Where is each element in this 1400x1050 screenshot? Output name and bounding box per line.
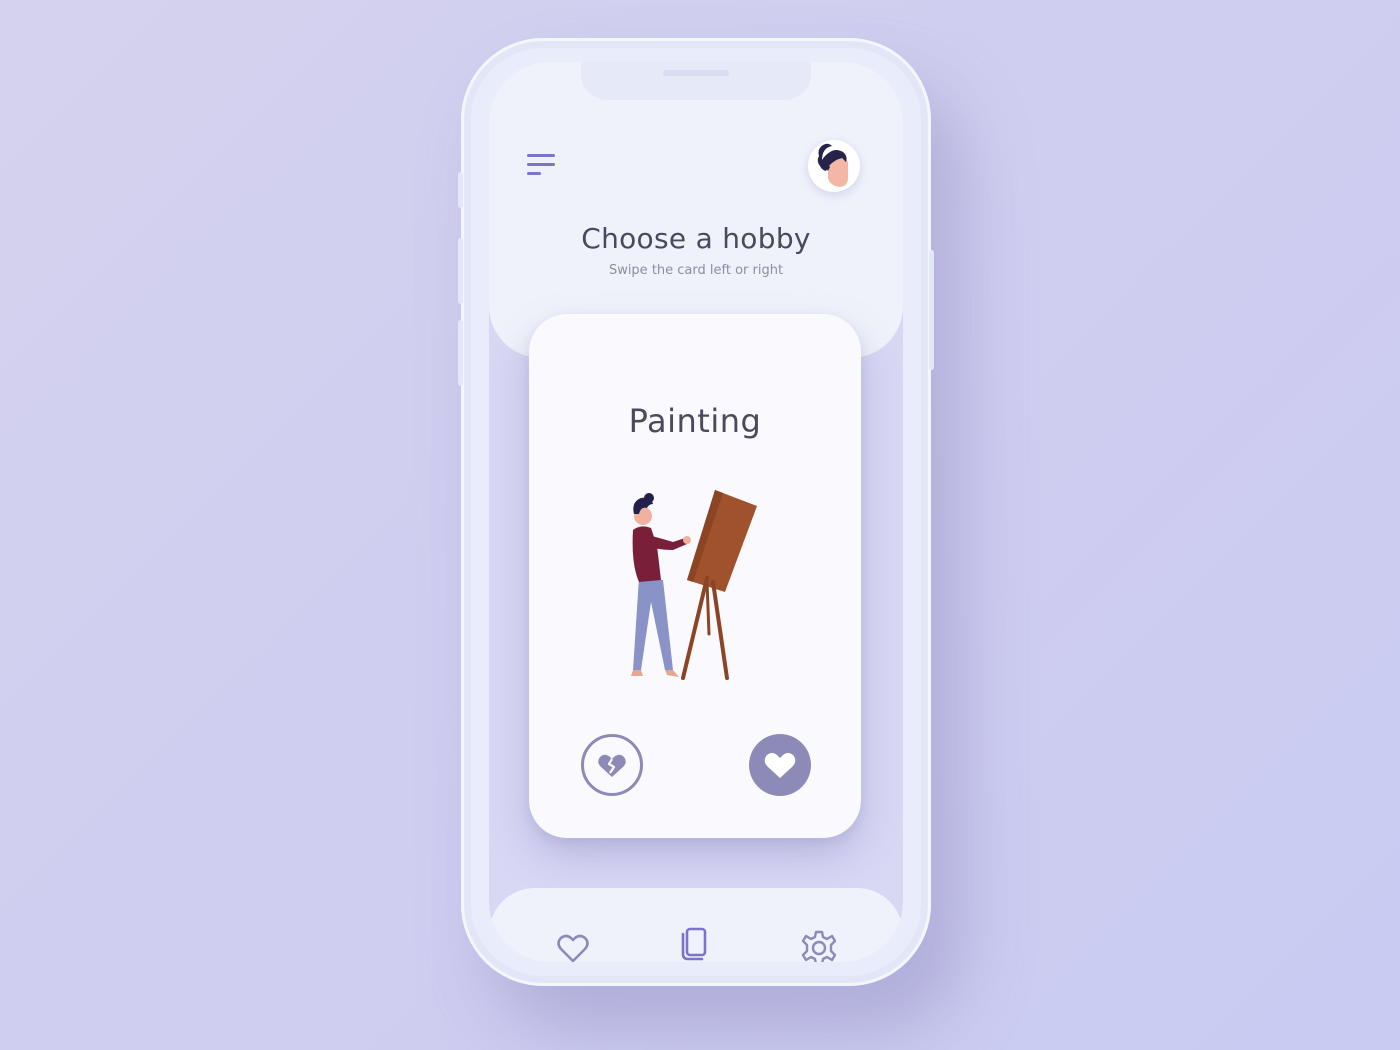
user-avatar-icon	[817, 143, 848, 187]
nav-settings[interactable]	[799, 928, 839, 962]
page-title: Choose a hobby	[581, 222, 811, 255]
page-subtitle: Swipe the card left or right	[608, 263, 784, 278]
heart-outline-icon	[557, 934, 589, 962]
painter-illustration	[631, 490, 757, 680]
hobby-card[interactable]: Painting	[529, 314, 861, 838]
side-button-silent	[458, 172, 463, 208]
heart-icon	[764, 753, 796, 778]
notch	[581, 62, 811, 100]
hobby-title: Painting	[628, 402, 762, 440]
phone-frame: Choose a hobby Swipe the card left or ri…	[458, 38, 934, 986]
side-button-volume-up	[458, 238, 463, 304]
bottom-navigation	[489, 888, 903, 962]
phone-screen: Choose a hobby Swipe the card left or ri…	[489, 62, 903, 962]
menu-icon[interactable]	[527, 152, 557, 180]
nav-favorites[interactable]	[553, 928, 593, 962]
broken-heart-icon	[598, 754, 626, 777]
nav-cards[interactable]	[676, 924, 716, 962]
cards-icon	[681, 927, 707, 961]
gear-icon	[801, 930, 837, 962]
speaker-grille	[663, 70, 729, 76]
like-button[interactable]	[749, 734, 811, 796]
dislike-button[interactable]	[581, 734, 643, 796]
side-button-power	[929, 250, 934, 370]
side-button-volume-down	[458, 320, 463, 386]
avatar[interactable]	[808, 140, 860, 192]
